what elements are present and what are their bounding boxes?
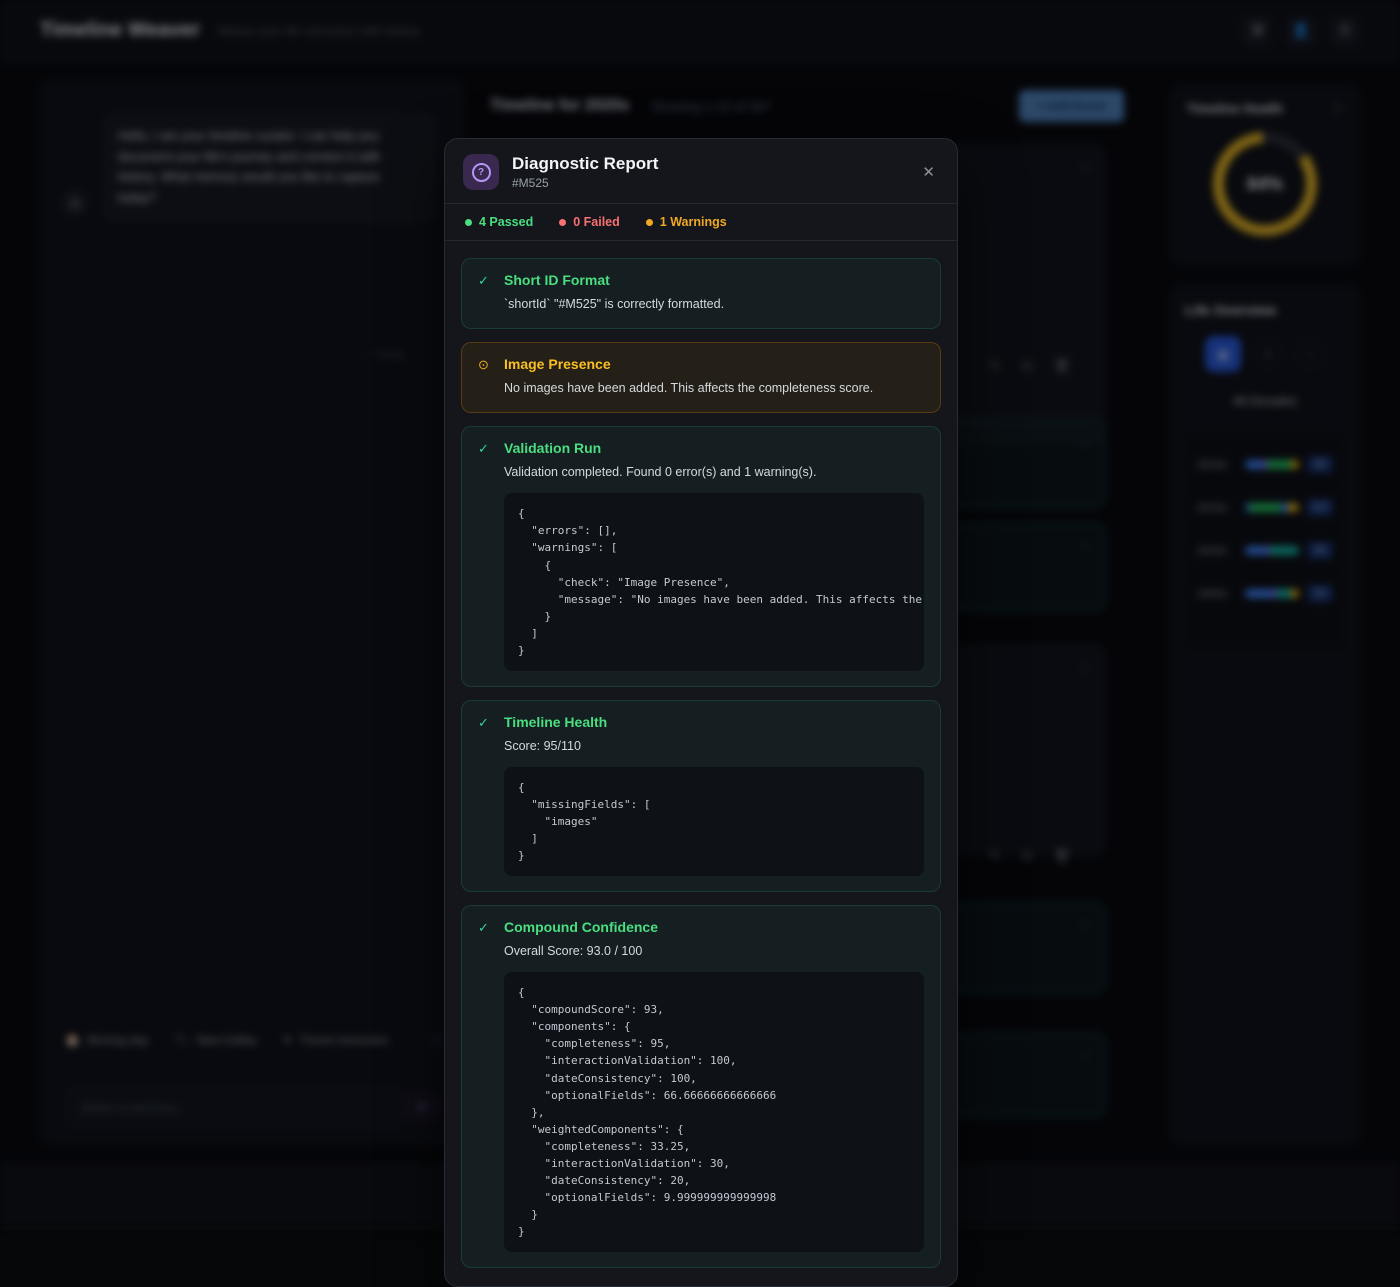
check-image-presence: ⊙ Image Presence No images have been add… bbox=[461, 342, 941, 413]
modal-header: ? Diagnostic Report #M525 ✕ bbox=[445, 139, 957, 203]
diagnostic-report-modal: ? Diagnostic Report #M525 ✕ 4 Passed 0 F… bbox=[444, 138, 958, 1287]
check-description: Validation completed. Found 0 error(s) a… bbox=[504, 463, 924, 481]
diagnostic-icon: ? bbox=[463, 154, 499, 190]
check-validation-run: ✓ Validation Run Validation completed. F… bbox=[461, 426, 941, 687]
check-warn-icon: ⊙ bbox=[478, 357, 504, 373]
check-title: Validation Run bbox=[504, 440, 924, 456]
close-icon[interactable]: ✕ bbox=[918, 159, 939, 185]
modal-title: Diagnostic Report bbox=[512, 154, 658, 174]
check-title: Short ID Format bbox=[504, 272, 924, 288]
modal-memory-id: #M525 bbox=[512, 176, 658, 190]
check-pass-icon: ✓ bbox=[478, 273, 504, 289]
check-description: Overall Score: 93.0 / 100 bbox=[504, 942, 924, 960]
check-description: Score: 95/110 bbox=[504, 737, 924, 755]
check-description: No images have been added. This affects … bbox=[504, 379, 924, 397]
check-compound-confidence: ✓ Compound Confidence Overall Score: 93.… bbox=[461, 905, 941, 1268]
check-title: Image Presence bbox=[504, 356, 924, 372]
check-description: `shortId` "#M525" is correctly formatted… bbox=[504, 295, 924, 313]
failed-badge: 0 Failed bbox=[559, 215, 620, 229]
check-pass-icon: ✓ bbox=[478, 715, 504, 731]
check-pass-icon: ✓ bbox=[478, 920, 504, 936]
check-json-output: { "errors": [], "warnings": [ { "check":… bbox=[504, 493, 924, 670]
check-pass-icon: ✓ bbox=[478, 441, 504, 457]
status-summary: 4 Passed 0 Failed 1 Warnings bbox=[445, 203, 957, 241]
check-short-id-format: ✓ Short ID Format `shortId` "#M525" is c… bbox=[461, 258, 941, 329]
passed-badge: 4 Passed bbox=[465, 215, 533, 229]
check-json-output: { "missingFields": [ "images" ] } bbox=[504, 767, 924, 876]
check-title: Timeline Health bbox=[504, 714, 924, 730]
warnings-badge: 1 Warnings bbox=[646, 215, 727, 229]
passed-dot bbox=[465, 219, 472, 226]
warnings-dot bbox=[646, 219, 653, 226]
check-title: Compound Confidence bbox=[504, 919, 924, 935]
failed-dot bbox=[559, 219, 566, 226]
modal-body: ✓ Short ID Format `shortId` "#M525" is c… bbox=[445, 241, 957, 1286]
check-timeline-health: ✓ Timeline Health Score: 95/110 { "missi… bbox=[461, 700, 941, 892]
check-json-output: { "compoundScore": 93, "components": { "… bbox=[504, 972, 924, 1252]
